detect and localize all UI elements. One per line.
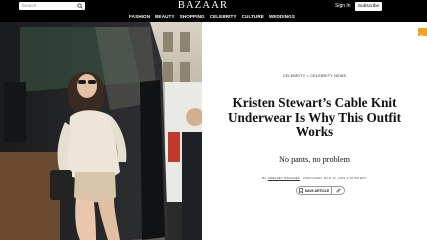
hero-photo-illustration: [0, 22, 202, 240]
article-kicker[interactable]: CELEBRITY × CELEBRITY NEWS: [202, 74, 427, 79]
bookmark-icon: [298, 188, 303, 193]
save-article-button[interactable]: SAVE ARTICLE: [296, 186, 332, 195]
nav-item-fashion[interactable]: FASHION: [129, 13, 150, 20]
article-header: CELEBRITY × CELEBRITY NEWS Kristen Stewa…: [202, 22, 427, 240]
site-header: Search BAZAAR FASHION BEAUTY SHOPPING CE…: [0, 0, 427, 22]
article-headline: Kristen Stewart’s Cable Knit Underwear I…: [228, 95, 401, 139]
article-dek: No pants, no problem: [279, 155, 350, 164]
search-field[interactable]: Search: [19, 2, 85, 10]
ad-choices-icon[interactable]: [418, 28, 427, 40]
hero-image: [0, 22, 202, 240]
nav-item-celebrity[interactable]: CELEBRITY: [210, 13, 237, 20]
search-input[interactable]: Search: [22, 2, 36, 10]
share-link-button[interactable]: [332, 186, 345, 195]
publish-date: PUBLISHED: MAR 12, 2024 3:18 PM EDT: [302, 176, 367, 180]
article-byline: BY CHELSEY SANCHEZ PUBLISHED: MAR 12, 20…: [202, 176, 427, 180]
nav-item-culture[interactable]: CULTURE: [242, 13, 264, 20]
nav-item-weddings[interactable]: WEDDINGS: [269, 13, 295, 20]
sign-in-link[interactable]: Sign In: [335, 3, 351, 10]
author-link[interactable]: CHELSEY SANCHEZ: [268, 176, 300, 180]
search-icon[interactable]: [77, 3, 83, 9]
subscribe-button[interactable]: Subscribe: [355, 2, 382, 11]
article-actions: SAVE ARTICLE: [296, 186, 345, 195]
save-article-label: SAVE ARTICLE: [304, 188, 330, 193]
site-logo[interactable]: BAZAAR: [173, 0, 233, 12]
byline-prefix: BY: [262, 176, 267, 180]
main-nav: FASHION BEAUTY SHOPPING CELEBRITY CULTUR…: [129, 13, 295, 20]
nav-item-shopping[interactable]: SHOPPING: [180, 13, 205, 20]
link-icon: [336, 188, 340, 193]
nav-item-beauty[interactable]: BEAUTY: [155, 13, 175, 20]
